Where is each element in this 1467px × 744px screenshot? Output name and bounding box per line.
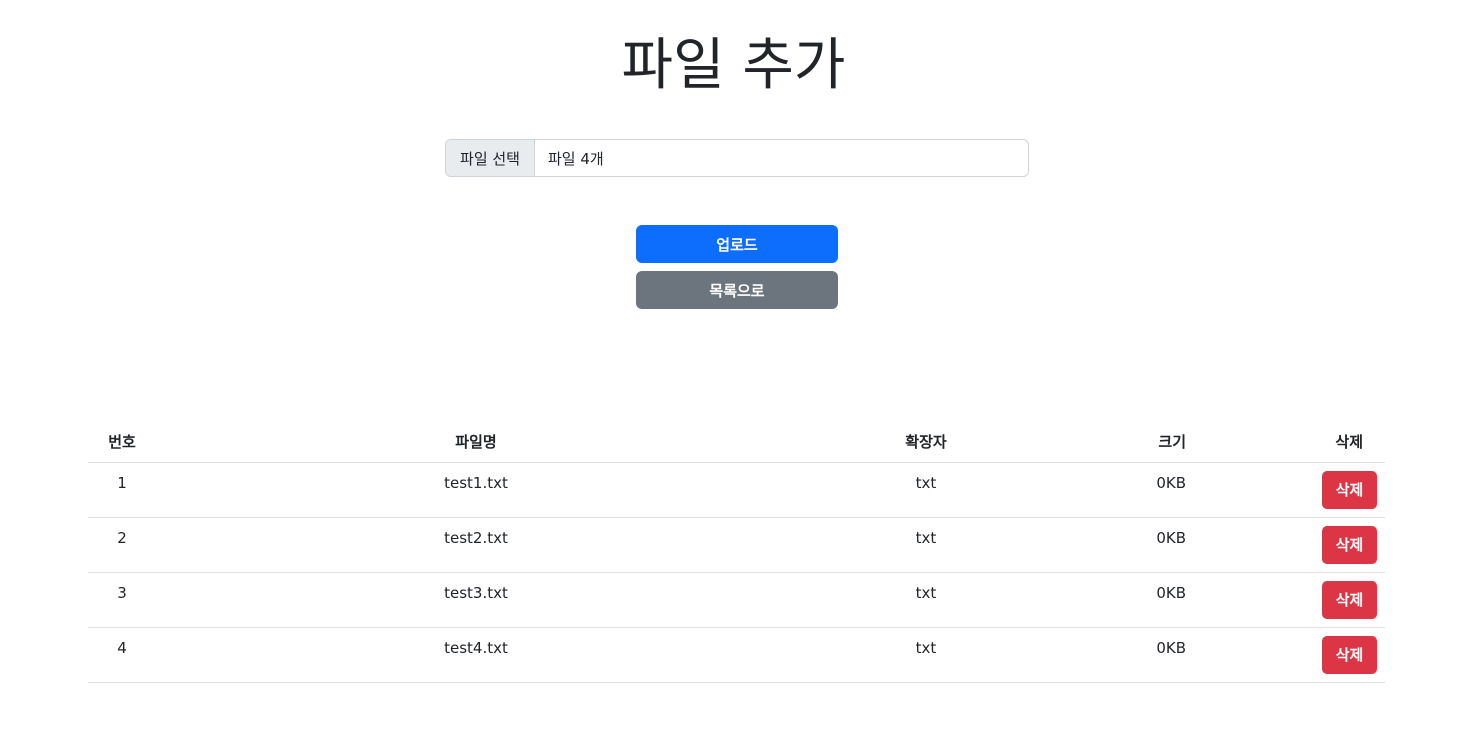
header-ext: 확장자	[796, 421, 1056, 463]
row-ext: txt	[796, 462, 1056, 518]
row-ext: txt	[796, 627, 1056, 683]
row-delete-cell: 삭제	[1186, 627, 1385, 683]
table-row: 4 test4.txt txt 0KB 삭제	[88, 627, 1385, 683]
row-file-name: test1.txt	[156, 462, 796, 518]
row-file-name: test4.txt	[156, 627, 796, 683]
delete-button[interactable]: 삭제	[1322, 470, 1377, 509]
row-num: 4	[88, 627, 156, 683]
table-row: 1 test1.txt txt 0KB 삭제	[88, 462, 1385, 518]
page-title: 파일 추가	[621, 33, 846, 98]
row-size: 0KB	[1056, 572, 1186, 628]
table-row: 2 test2.txt txt 0KB 삭제	[88, 517, 1385, 573]
delete-button[interactable]: 삭제	[1322, 580, 1377, 619]
delete-button[interactable]: 삭제	[1322, 525, 1377, 564]
row-ext: txt	[796, 572, 1056, 628]
file-add-page: 파일 추가 파일 선택 파일 4개 업로드 목록으로 번호 파일명 확장자 크기…	[0, 0, 1467, 744]
row-delete-cell: 삭제	[1186, 517, 1385, 573]
row-delete-cell: 삭제	[1186, 462, 1385, 518]
choose-file-button[interactable]: 파일 선택	[446, 140, 535, 176]
header-size: 크기	[1056, 421, 1186, 463]
row-file-name: test2.txt	[156, 517, 796, 573]
row-file-name: test3.txt	[156, 572, 796, 628]
row-size: 0KB	[1056, 627, 1186, 683]
header-num: 번호	[88, 421, 156, 463]
row-num: 1	[88, 462, 156, 518]
file-status-text: 파일 4개	[548, 149, 604, 168]
row-num: 2	[88, 517, 156, 573]
header-delete: 삭제	[1186, 421, 1385, 463]
row-delete-cell: 삭제	[1186, 572, 1385, 628]
file-table: 번호 파일명 확장자 크기 삭제 1 test1.txt txt 0KB 삭제 …	[88, 421, 1385, 683]
back-to-list-button[interactable]: 목록으로	[636, 271, 838, 309]
row-ext: txt	[796, 517, 1056, 573]
row-num: 3	[88, 572, 156, 628]
file-input-group[interactable]: 파일 선택 파일 4개	[445, 139, 1029, 177]
table-header-row: 번호 파일명 확장자 크기 삭제	[88, 421, 1385, 463]
header-name: 파일명	[156, 421, 796, 463]
table-row: 3 test3.txt txt 0KB 삭제	[88, 572, 1385, 628]
row-size: 0KB	[1056, 517, 1186, 573]
delete-button[interactable]: 삭제	[1322, 635, 1377, 674]
row-size: 0KB	[1056, 462, 1186, 518]
upload-button[interactable]: 업로드	[636, 225, 838, 263]
